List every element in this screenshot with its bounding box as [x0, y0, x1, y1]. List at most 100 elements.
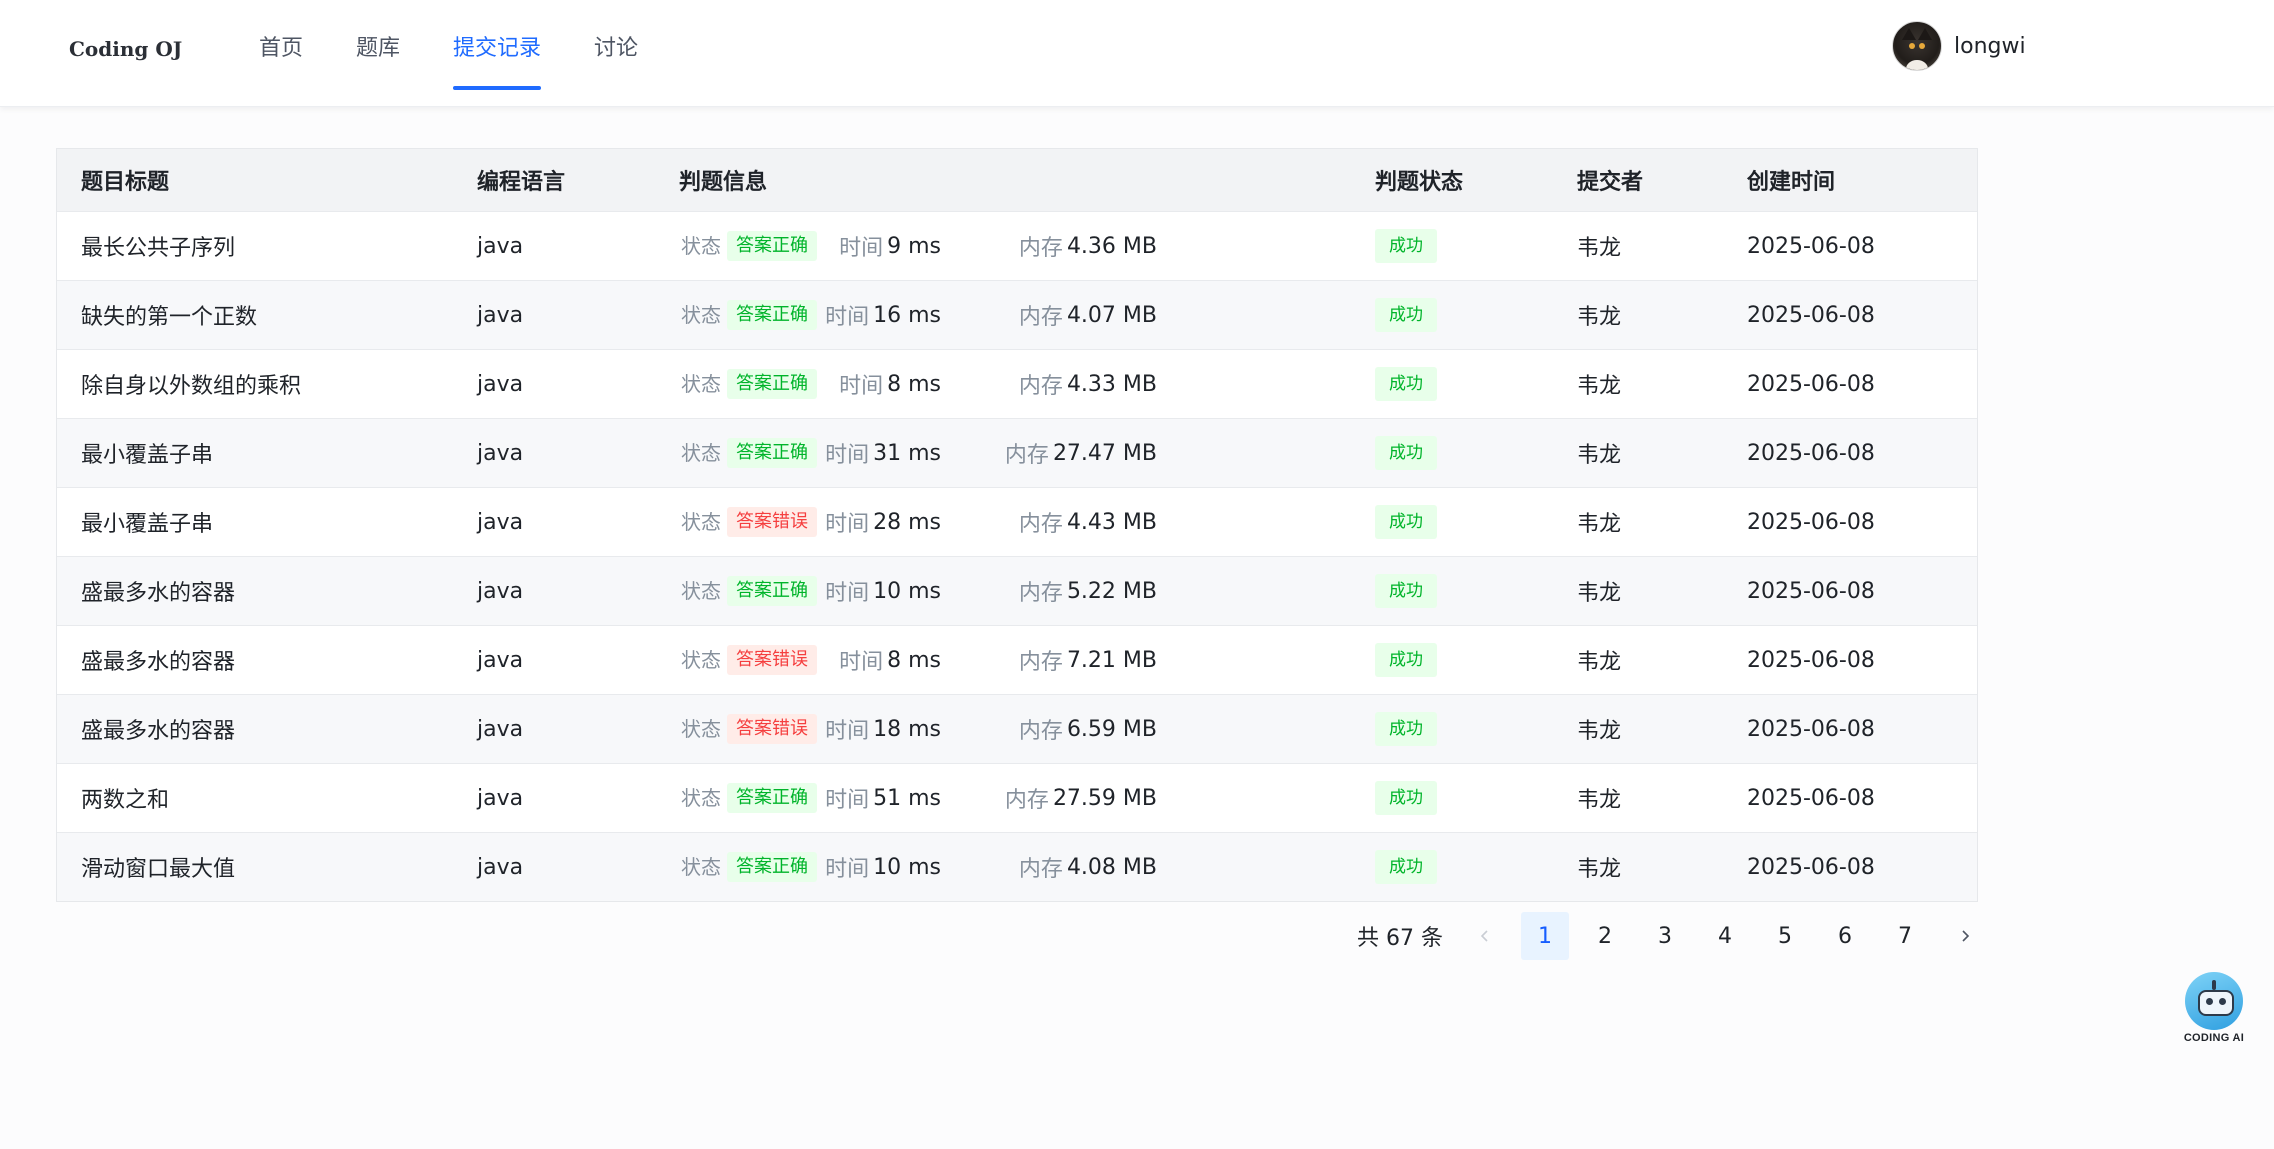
coding-ai-button[interactable]: CODING AI: [2180, 972, 2248, 1044]
judge-status: 成功: [1375, 488, 1437, 556]
username[interactable]: longwi: [1954, 34, 2026, 59]
chevron-right-icon[interactable]: [1941, 912, 1989, 960]
created-time: 2025-06-08: [1747, 785, 1875, 811]
status-label: 状态: [681, 233, 721, 258]
time-value: 8 ms: [887, 371, 941, 397]
table-row[interactable]: 最长公共子序列 java 状态 答案正确 时间 9 ms 内存 4.36 MB 成功 韦龙 2025…: [57, 212, 1977, 281]
time-value: 8 ms: [887, 647, 941, 673]
nav-item-submissions[interactable]: 提交记录: [434, 0, 560, 106]
table-row[interactable]: 最小覆盖子串 java 状态 答案正确 时间 31 ms 内存 27.47 MB 成功 韦龙 202…: [57, 419, 1977, 488]
memory-usage: 内存 27.59 MB: [1005, 764, 1157, 832]
memory-usage: 内存 4.43 MB: [1019, 488, 1157, 556]
memory-value: 4.07 MB: [1066, 302, 1157, 328]
status-label: 状态: [681, 371, 721, 396]
problem-title[interactable]: 最小覆盖子串: [81, 419, 213, 487]
time-label: 时间: [825, 512, 870, 537]
judge-status: 成功: [1375, 350, 1437, 418]
submitter: 韦龙: [1577, 512, 1622, 537]
problem-title[interactable]: 两数之和: [81, 764, 169, 832]
submitter: 韦龙: [1577, 236, 1622, 261]
robot-head: [2198, 990, 2234, 1016]
page-button[interactable]: 1: [1520, 912, 1569, 960]
memory-value: 4.33 MB: [1066, 371, 1157, 397]
memory-value: 7.21 MB: [1066, 647, 1157, 673]
judge-result: 状态 答案正确: [681, 212, 817, 280]
judge-info: 状态 答案错误 时间 28 ms 内存 4.43 MB: [681, 488, 1301, 556]
result-tag: 答案错误: [727, 645, 817, 675]
run-time: 时间 18 ms: [825, 695, 941, 763]
result-tag: 答案正确: [727, 369, 817, 399]
user-menu[interactable]: longwi: [1892, 21, 2026, 71]
nav-item-discussion[interactable]: 讨论: [575, 0, 657, 106]
run-time: 时间 10 ms: [825, 557, 941, 625]
judge-result: 状态 答案正确: [681, 833, 817, 901]
status-label: 状态: [681, 647, 721, 672]
created-time: 2025-06-08: [1747, 854, 1875, 880]
page-button[interactable]: 3: [1641, 912, 1689, 960]
memory-usage: 内存 4.07 MB: [1019, 281, 1157, 349]
chevron-left-icon[interactable]: [1461, 912, 1509, 960]
robot-eye: [2206, 998, 2213, 1005]
problem-title[interactable]: 盛最多水的容器: [81, 557, 235, 625]
page-button[interactable]: 2: [1581, 912, 1629, 960]
submitter: 韦龙: [1577, 857, 1622, 882]
avatar[interactable]: [1892, 21, 1942, 71]
status-badge: 成功: [1375, 505, 1437, 539]
problem-title[interactable]: 盛最多水的容器: [81, 695, 235, 763]
page-button[interactable]: 4: [1701, 912, 1749, 960]
table-row[interactable]: 盛最多水的容器 java 状态 答案错误 时间 8 ms 内存 7.21 MB 成功 韦龙 2025…: [57, 626, 1977, 695]
judge-status: 成功: [1375, 626, 1437, 694]
nav-item-home[interactable]: 首页: [240, 0, 322, 106]
memory-label: 内存: [1018, 719, 1063, 744]
status-label: 状态: [681, 854, 721, 879]
problem-title[interactable]: 滑动窗口最大值: [81, 833, 235, 901]
language: java: [477, 371, 524, 397]
header-created-time: 创建时间: [1747, 170, 1836, 195]
page-button[interactable]: 7: [1881, 912, 1929, 960]
page-button[interactable]: 5: [1761, 912, 1809, 960]
status-badge: 成功: [1375, 367, 1437, 401]
coding-ai-label: CODING AI: [2183, 1032, 2245, 1044]
table-row[interactable]: 盛最多水的容器 java 状态 答案错误 时间 18 ms 内存 6.59 MB 成功 韦龙 202…: [57, 695, 1977, 764]
problem-title[interactable]: 最小覆盖子串: [81, 488, 213, 556]
status-label: 状态: [681, 440, 721, 465]
nav-item-problems[interactable]: 题库: [337, 0, 419, 106]
table-row[interactable]: 滑动窗口最大值 java 状态 答案正确 时间 10 ms 内存 4.08 MB 成功 韦龙 202…: [57, 833, 1977, 901]
avatar-eye: [1909, 43, 1915, 49]
table-row[interactable]: 除自身以外数组的乘积 java 状态 答案正确 时间 8 ms 内存 4.33 MB 成功 韦龙 2…: [57, 350, 1977, 419]
table-row[interactable]: 缺失的第一个正数 java 状态 答案正确 时间 16 ms 内存 4.07 MB 成功 韦龙 20…: [57, 281, 1977, 350]
created-time: 2025-06-08: [1747, 509, 1875, 535]
app-logo[interactable]: Coding OJ: [69, 32, 182, 66]
page-button[interactable]: 6: [1821, 912, 1869, 960]
main-nav: 首页 题库 提交记录 讨论: [240, 0, 672, 106]
memory-label: 内存: [1018, 512, 1063, 537]
problem-title[interactable]: 最长公共子序列: [81, 212, 235, 280]
time-value: 28 ms: [873, 509, 941, 535]
problem-title[interactable]: 缺失的第一个正数: [81, 281, 257, 349]
language: java: [477, 302, 524, 328]
run-time: 时间 8 ms: [839, 626, 941, 694]
judge-status: 成功: [1375, 764, 1437, 832]
status-badge: 成功: [1375, 229, 1437, 263]
memory-usage: 内存 4.36 MB: [1019, 212, 1157, 280]
problem-title[interactable]: 盛最多水的容器: [81, 626, 235, 694]
table-row[interactable]: 最小覆盖子串 java 状态 答案错误 时间 28 ms 内存 4.43 MB 成功 韦龙 2025…: [57, 488, 1977, 557]
judge-result: 状态 答案错误: [681, 695, 817, 763]
language: java: [477, 716, 524, 742]
submitter: 韦龙: [1577, 305, 1622, 330]
judge-status: 成功: [1375, 557, 1437, 625]
robot-icon[interactable]: [2185, 972, 2243, 1030]
result-tag: 答案错误: [727, 714, 817, 744]
memory-value: 6.59 MB: [1066, 716, 1157, 742]
problem-title[interactable]: 除自身以外数组的乘积: [81, 350, 301, 418]
submitter: 韦龙: [1577, 581, 1622, 606]
table-row[interactable]: 两数之和 java 状态 答案正确 时间 51 ms 内存 27.59 MB 成功 韦龙 2025-…: [57, 764, 1977, 833]
created-time: 2025-06-08: [1747, 716, 1875, 742]
created-time: 2025-06-08: [1747, 233, 1875, 259]
run-time: 时间 10 ms: [825, 833, 941, 901]
memory-label: 内存: [1018, 374, 1063, 399]
judge-result: 状态 答案正确: [681, 419, 817, 487]
table-row[interactable]: 盛最多水的容器 java 状态 答案正确 时间 10 ms 内存 5.22 MB 成功 韦龙 202…: [57, 557, 1977, 626]
status-badge: 成功: [1375, 781, 1437, 815]
judge-info: 状态 答案正确 时间 51 ms 内存 27.59 MB: [681, 764, 1301, 832]
